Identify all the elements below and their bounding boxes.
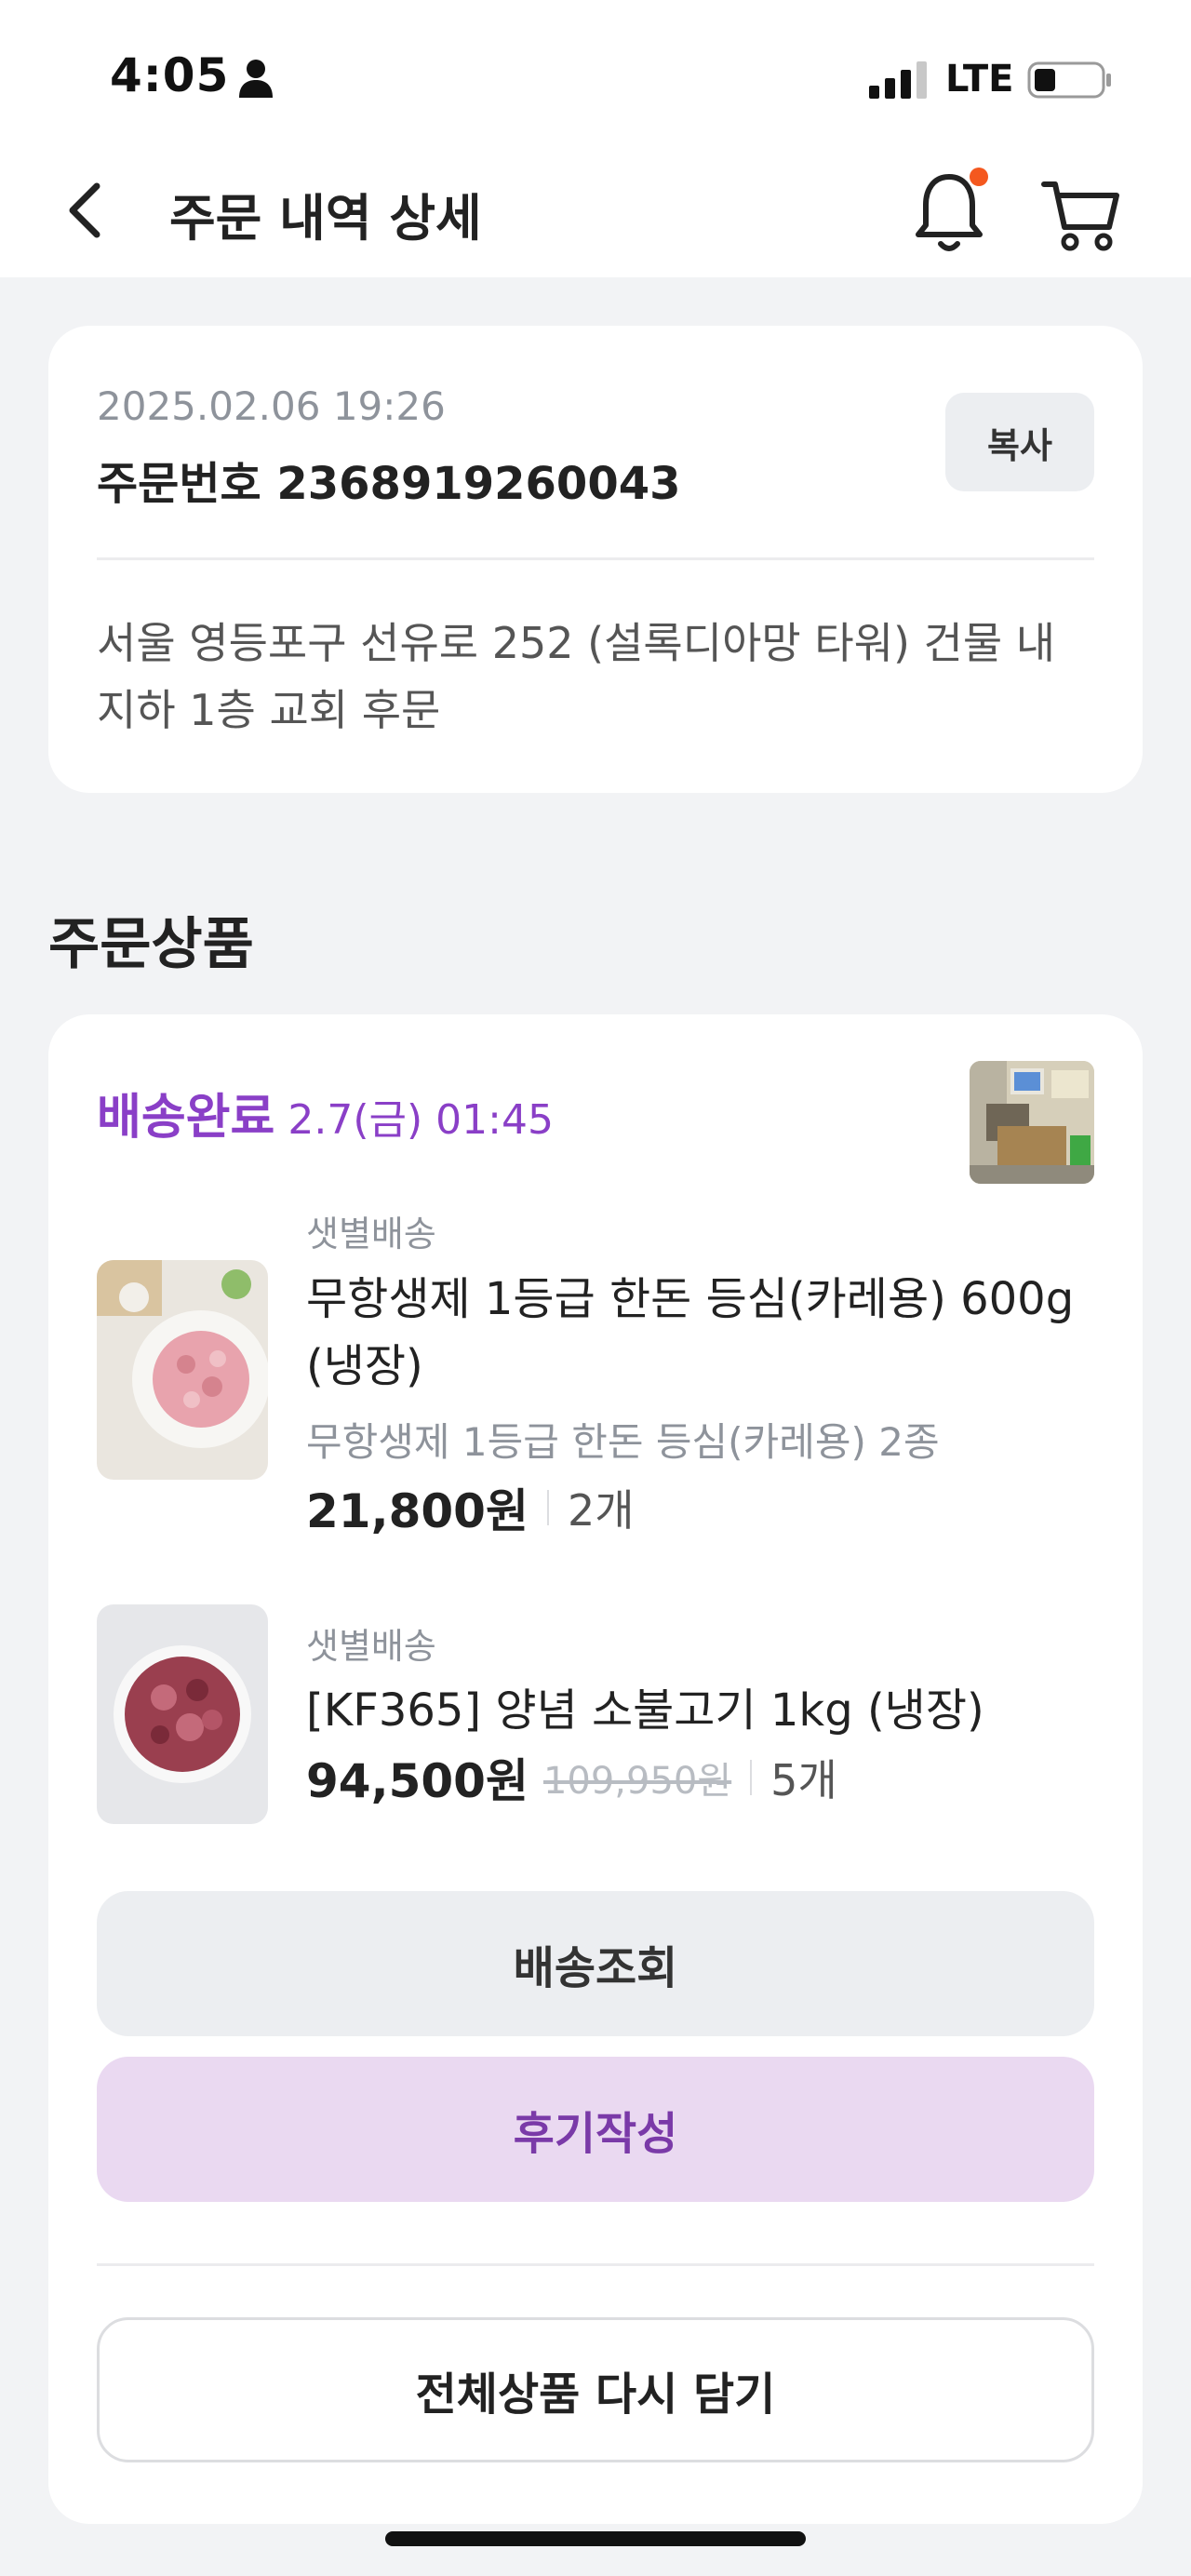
divider	[97, 2263, 1094, 2266]
status-bar: 4:05 LTE	[0, 0, 1191, 158]
delivery-time: 2.7(금) 01:45	[288, 1096, 554, 1144]
product-price: 94,500원	[306, 1754, 529, 1808]
delivery-status: 배송완료	[97, 1090, 275, 1146]
delivery-photo[interactable]	[970, 1061, 1094, 1184]
delivery-address: 서울 영등포구 선유로 252 (설록디아망 타워) 건물 내 지하 1층 교회…	[97, 618, 1056, 735]
write-review-button[interactable]: 후기작성	[97, 2057, 1094, 2202]
delivery-type-tag: 샛별배송	[306, 1214, 436, 1254]
product-price: 21,800원	[306, 1484, 529, 1538]
product-name[interactable]: [KF365] 양념 소불고기 1kg (냉장)	[306, 1677, 1125, 1744]
product-name[interactable]: 무항생제 1등급 한돈 등심(카레용) 600g (냉장)	[306, 1266, 1125, 1400]
price-row: 94,500원 109,950원 5개	[306, 1744, 837, 1811]
divider	[97, 557, 1094, 560]
person-icon	[239, 60, 273, 98]
section-title-ordered-items: 주문상품	[48, 912, 254, 977]
readd-all-to-cart-button[interactable]: 전체상품 다시 담기	[97, 2317, 1094, 2462]
app-header: 주문 내역 상세	[0, 140, 1191, 277]
order-number: 주문번호 2368919260043	[97, 458, 681, 510]
signal-icon	[869, 61, 927, 99]
cart-icon[interactable]	[1040, 171, 1124, 255]
status-time: 4:05	[110, 48, 230, 102]
delivery-status-row: 배송완료 2.7(금) 01:45	[97, 1078, 554, 1147]
page-title: 주문 내역 상세	[169, 189, 482, 248]
product-quantity: 5개	[770, 1755, 837, 1805]
separator	[750, 1760, 753, 1795]
back-arrow-icon[interactable]	[54, 173, 119, 248]
order-datetime: 2025.02.06 19:26	[97, 383, 446, 429]
product-image[interactable]	[97, 1260, 268, 1480]
order-info-card: 2025.02.06 19:26 주문번호 2368919260043 복사 서…	[48, 326, 1143, 793]
delivery-type-tag: 샛별배송	[306, 1626, 436, 1667]
separator	[546, 1490, 549, 1525]
track-delivery-button[interactable]: 배송조회	[97, 1891, 1094, 2036]
network-label: LTE	[945, 58, 1014, 101]
price-row: 21,800원 2개	[306, 1474, 635, 1541]
copy-button[interactable]: 복사	[945, 393, 1094, 491]
battery-icon	[1027, 61, 1111, 99]
product-quantity: 2개	[567, 1485, 635, 1536]
product-image[interactable]	[97, 1604, 268, 1824]
ordered-items-card: 배송완료 2.7(금) 01:45 샛별배송 무항생제 1등급 한돈 등심(카레…	[48, 1014, 1143, 2524]
notification-badge	[970, 168, 988, 186]
home-indicator[interactable]	[385, 2531, 806, 2546]
product-option: 무항생제 1등급 한돈 등심(카레용) 2종	[306, 1419, 940, 1465]
original-price: 109,950원	[542, 1760, 732, 1803]
